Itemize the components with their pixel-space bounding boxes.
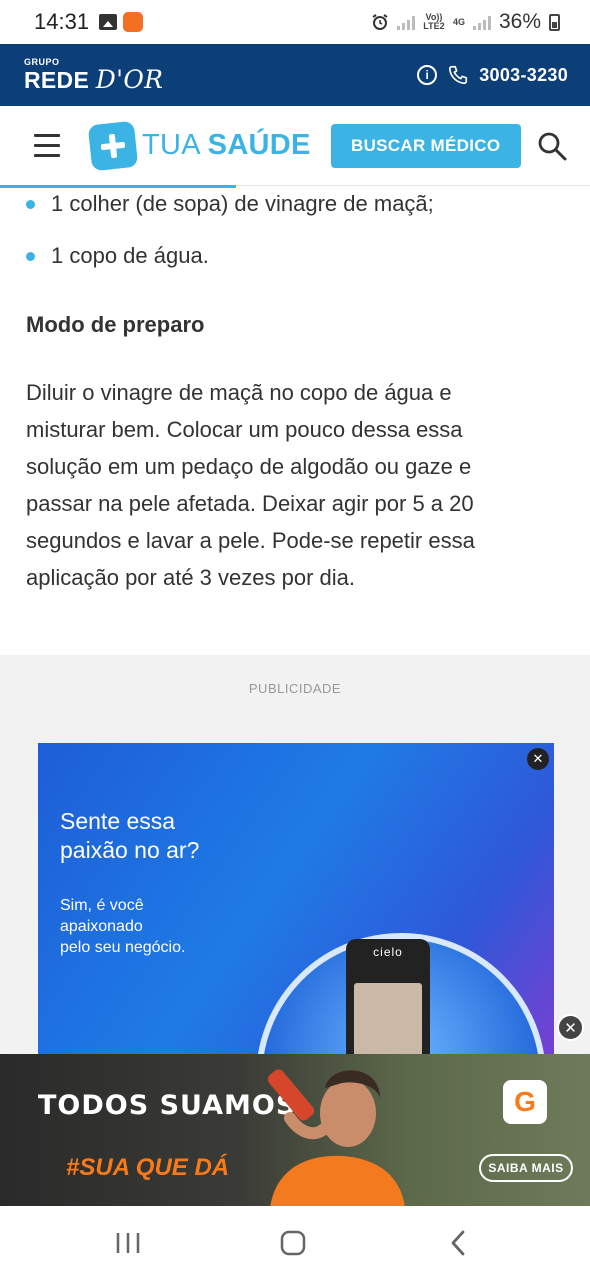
ad-subtext: Sim, é você apaixonado pelo seu negócio. <box>60 895 185 958</box>
payment-terminal-image: cielo <box>346 939 430 1073</box>
list-item-text: 1 colher (de sopa) de vinagre de maçã; <box>51 191 434 216</box>
network-label: Vo)) LTE2 <box>423 13 445 31</box>
menu-icon[interactable] <box>34 134 60 157</box>
find-doctor-button[interactable]: BUSCAR MÉDICO <box>330 123 521 168</box>
gallery-notification-icon <box>99 14 118 30</box>
back-icon[interactable] <box>438 1228 478 1258</box>
rede-dor-bar: GRUPO REDE D'OR i 3003-3230 <box>0 44 590 106</box>
phone-number-link[interactable]: 3003-3230 <box>479 65 568 86</box>
site-header: TUA SAÚDE BUSCAR MÉDICO <box>0 106 590 186</box>
battery-icon <box>549 13 560 31</box>
gatorade-logo-icon: G <box>503 1080 547 1124</box>
rede-brand-main: REDE <box>24 67 96 93</box>
rede-name: REDE D'OR <box>24 67 163 92</box>
status-bar: 14:31 Vo)) LTE2 4G 36% <box>0 0 590 44</box>
learn-more-button[interactable]: SAIBA MAIS <box>479 1154 573 1182</box>
list-item-text: 1 copo de água. <box>51 243 209 268</box>
contact-area: i 3003-3230 <box>417 64 568 86</box>
sticky-bottom-ad[interactable]: TODOS SUAMOS. #SUA QUE DÁ G SAIBA MAIS <box>0 1054 590 1206</box>
rede-brand-script: D'OR <box>95 65 164 94</box>
bullet-icon <box>26 199 35 209</box>
search-icon[interactable] <box>536 130 568 162</box>
battery-percent: 36% <box>498 10 541 33</box>
recent-apps-icon[interactable] <box>108 1228 148 1258</box>
signal-icon <box>396 14 415 30</box>
athlete-drinking-image <box>267 1069 405 1206</box>
advertisement-area: PUBLICIDADE Sente essa paixão no ar? Sim… <box>0 655 590 1073</box>
home-icon[interactable] <box>273 1228 313 1258</box>
paragraph-line: Diluir o vinagre de maçã no copo de água… <box>26 380 452 405</box>
ad-headline-line: Sente essa <box>60 808 176 834</box>
ad-subtext-line: pelo seu negócio. <box>60 939 186 956</box>
section-heading: Modo de preparo <box>26 312 205 337</box>
paragraph-line: segundos e lavar a pele. Pode-se repetir… <box>26 528 475 553</box>
bullet-icon <box>26 251 35 261</box>
method-paragraph: Diluir o vinagre de maçã no copo de água… <box>26 374 546 596</box>
info-icon[interactable]: i <box>417 65 438 85</box>
device-screen <box>354 983 422 1063</box>
close-sticky-ad-icon[interactable]: ✕ <box>557 1014 584 1041</box>
device-brand-label: cielo <box>373 945 403 959</box>
list-item: 1 colher (de sopa) de vinagre de maçã; <box>26 186 546 222</box>
close-ad-icon[interactable]: ✕ <box>527 748 549 770</box>
network-type-label: 4G <box>452 16 465 27</box>
network-volte-label: Vo)) LTE2 <box>423 12 445 31</box>
brand-text: TUA SAÚDE <box>142 129 311 162</box>
alarm-icon <box>372 14 388 30</box>
brand-text-bold: SAÚDE <box>207 129 311 161</box>
sticky-ad-hashtag: #SUA QUE DÁ <box>66 1154 230 1181</box>
system-navigation-bar <box>0 1206 590 1280</box>
status-right: Vo)) LTE2 4G 36% <box>371 10 560 34</box>
tua-saude-logo[interactable]: TUA SAÚDE <box>87 120 311 171</box>
list-item: 1 copo de água. <box>26 238 546 274</box>
ad-headline-line: paixão no ar? <box>60 837 200 863</box>
status-time: 14:31 <box>34 9 90 34</box>
paragraph-line: passar na pele afetada. Deixar agir por … <box>26 491 474 516</box>
cielo-ad-banner[interactable]: Sente essa paixão no ar? Sim, é você apa… <box>38 743 554 1073</box>
paragraph-line: solução em um pedaço de algodão ou gaze … <box>26 454 472 479</box>
paragraph-line: misturar bem. Colocar um pouco dessa ess… <box>26 417 463 442</box>
plus-icon <box>87 120 139 171</box>
rede-dor-logo[interactable]: GRUPO REDE D'OR <box>24 58 163 93</box>
ad-subtext-line: Sim, é você <box>60 897 144 914</box>
ad-label: PUBLICIDADE <box>248 681 342 696</box>
ad-headline: Sente essa paixão no ar? <box>60 807 199 865</box>
phone-icon[interactable] <box>447 64 469 86</box>
signal-icon-2 <box>472 14 491 30</box>
brand-text-thin: TUA <box>142 129 208 161</box>
paragraph-line: aplicação por até 3 vezes por dia. <box>26 565 355 590</box>
notification-icons <box>99 12 144 32</box>
article-content: 1 colher (de sopa) de vinagre de maçã; 1… <box>26 186 546 596</box>
app-notification-icon <box>123 12 144 32</box>
ad-subtext-line: apaixonado <box>60 918 143 935</box>
